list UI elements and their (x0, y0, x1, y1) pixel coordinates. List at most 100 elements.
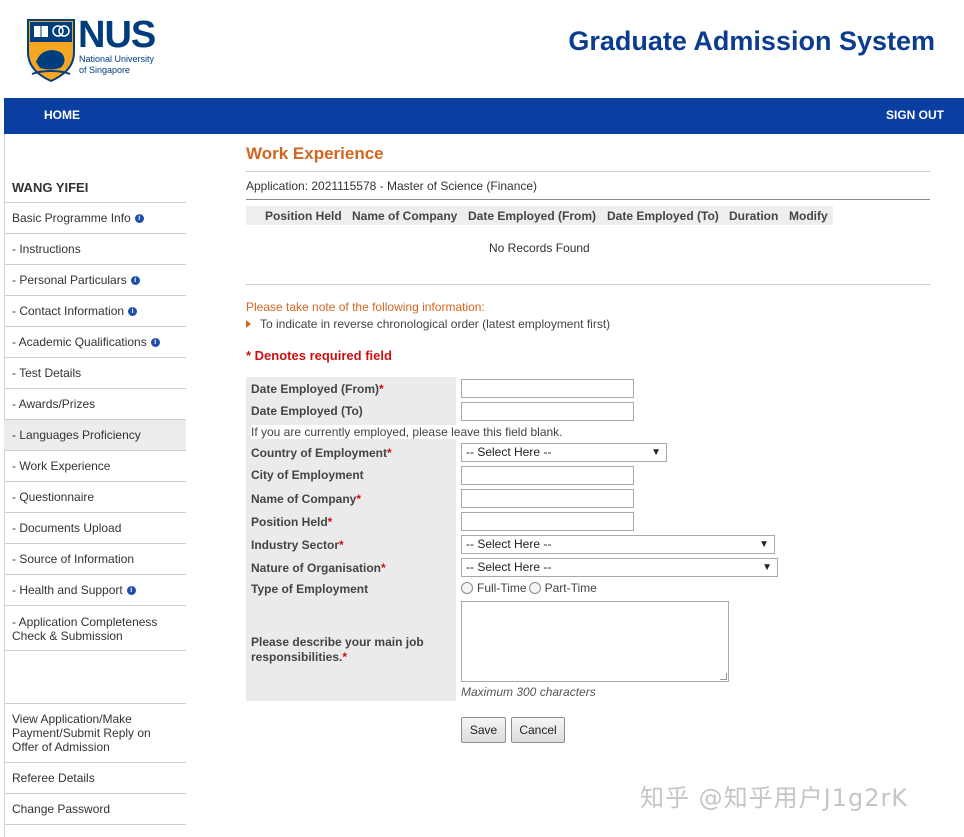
column-header: Name of Company (352, 209, 458, 223)
sidebar-item-referee-details[interactable]: Referee Details (4, 762, 186, 793)
sidebar-item-personal-particulars[interactable]: - Personal Particulars i (4, 264, 186, 295)
city-label: City of Employment (251, 468, 364, 482)
fulltime-radio[interactable] (461, 582, 473, 594)
info-icon[interactable]: i (134, 213, 144, 223)
required-star: * (387, 446, 392, 460)
watermark: 知乎 @知乎用户J1g2rK (640, 784, 909, 812)
industry-select[interactable]: -- Select Here -- ▼ (461, 535, 775, 554)
application-info: Application: 2021115578 - Master of Scie… (246, 179, 538, 193)
nav-signout-link[interactable]: SIGN OUT (886, 108, 944, 122)
responsibilities-textarea[interactable] (461, 601, 729, 682)
logo-subtitle-line2: of Singapore (79, 65, 131, 75)
date-to-label: Date Employed (To) (251, 404, 363, 418)
sidebar-item-label: - Academic Qualifications (12, 335, 147, 349)
required-star: * (381, 561, 386, 575)
required-star: * (327, 515, 333, 529)
info-icon[interactable]: i (130, 275, 140, 285)
date-from-input[interactable] (461, 379, 634, 398)
parttime-label[interactable]: Part-Time (545, 581, 597, 595)
nus-logo[interactable]: NUS National University of Singapore (26, 14, 176, 84)
header: NUS National University of Singapore Gra… (4, 0, 964, 98)
divider (246, 199, 930, 200)
info-icon[interactable]: i (126, 585, 136, 595)
sidebar-divider (4, 824, 186, 825)
sidebar-item-label: - Application Completeness Check & Submi… (12, 614, 158, 643)
user-name: WANG YIFEI (12, 180, 89, 195)
fulltime-label[interactable]: Full-Time (477, 581, 527, 595)
required-star: * (342, 650, 348, 664)
page-title: Work Experience (246, 144, 384, 163)
country-select[interactable]: -- Select Here -- ▼ (461, 443, 667, 462)
column-header: Date Employed (To) (607, 209, 719, 223)
responsibilities-label: Please describe your main job responsibi… (251, 635, 424, 665)
column-header: Position Held (265, 209, 342, 223)
column-header: Date Employed (From) (468, 209, 597, 223)
city-input[interactable] (461, 466, 634, 485)
label-text: Position Held (251, 515, 328, 529)
sidebar-item-application-completeness[interactable]: - Application Completeness Check & Submi… (4, 605, 186, 651)
sidebar-item-label: - Questionnaire (12, 490, 95, 504)
sidebar-divider (4, 650, 186, 651)
dropdown-arrow-icon: ▼ (762, 562, 772, 573)
label-text: Name of Company (251, 492, 357, 506)
records-table-header: Position Held Name of Company Date Emplo… (246, 206, 833, 225)
nature-label: Nature of Organisation* (251, 561, 386, 575)
select-value: -- Select Here -- (466, 445, 552, 459)
save-button[interactable]: Save (461, 717, 506, 743)
divider (246, 171, 930, 172)
dropdown-arrow-icon: ▼ (759, 539, 769, 550)
sidebar-item-basic-programme-info[interactable]: Basic Programme Info i (4, 202, 186, 233)
label-text: responsibilities. (251, 650, 343, 664)
company-label: Name of Company* (251, 492, 361, 506)
column-header: Duration (729, 209, 779, 223)
info-icon[interactable]: i (150, 337, 160, 347)
sidebar-item-health-and-support[interactable]: - Health and Support i (4, 574, 186, 605)
parttime-radio[interactable] (528, 582, 541, 594)
nature-select[interactable]: -- Select Here -- ▼ (461, 558, 778, 577)
sidebar-item-change-password[interactable]: Change Password (4, 793, 186, 824)
note-item: To indicate in reverse chronological ord… (246, 317, 610, 331)
sidebar-item-languages-proficiency[interactable]: - Languages Proficiency (4, 419, 186, 450)
sidebar-item-academic-qualifications[interactable]: - Academic Qualifications i (4, 326, 186, 357)
sidebar-item-label: - Awards/Prizes (12, 397, 96, 411)
logo-wordmark: NUS (78, 14, 156, 56)
sidebar-item-contact-information[interactable]: - Contact Information i (4, 295, 186, 326)
sidebar-item-label: Referee Details (12, 771, 95, 785)
sidebar-item-label: - Work Experience (12, 459, 111, 473)
sidebar-item-label: - Instructions (12, 242, 81, 256)
position-label: Position Held* (251, 515, 332, 529)
sidebar-item-documents-upload[interactable]: - Documents Upload (4, 512, 186, 543)
top-nav: HOME SIGN OUT (4, 98, 964, 134)
sidebar-item-questionnaire[interactable]: - Questionnaire (4, 481, 186, 512)
industry-label: Industry Sector* (251, 538, 344, 552)
sidebar-item-label: Basic Programme Info (12, 211, 131, 225)
logo-subtitle-line1: National University (79, 54, 155, 64)
nus-crest-icon (27, 19, 75, 82)
required-star: * (379, 382, 384, 396)
sidebar-item-source-of-information[interactable]: - Source of Information (4, 543, 186, 574)
sidebar-item-view-application[interactable]: View Application/Make Payment/Submit Rep… (4, 703, 186, 762)
cancel-button[interactable]: Cancel (511, 717, 565, 743)
company-input[interactable] (461, 489, 634, 508)
sidebar-item-label: - Contact Information (12, 304, 125, 318)
sidebar-item-work-experience[interactable]: - Work Experience (4, 450, 186, 481)
label-text: responsibilities.* (251, 650, 424, 665)
required-star: * (356, 492, 362, 506)
sidebar-item-awards-prizes[interactable]: - Awards/Prizes (4, 388, 186, 419)
sidebar-item-instructions[interactable]: - Instructions (4, 233, 186, 264)
position-input[interactable] (461, 512, 634, 531)
note-title: Please take note of the following inform… (246, 300, 485, 314)
nav-home-link[interactable]: HOME (44, 108, 80, 122)
label-text: Please describe your main job (251, 635, 424, 649)
resize-grip-icon[interactable] (720, 673, 727, 680)
country-label: Country of Employment* (251, 446, 392, 460)
label-text: Country of Employment (251, 446, 388, 460)
sidebar-item-label: - Source of Information (12, 552, 135, 566)
date-to-input[interactable] (461, 402, 634, 421)
divider (246, 284, 930, 285)
bullet-arrow-icon (246, 319, 251, 328)
sidebar-item-test-details[interactable]: - Test Details (4, 357, 186, 388)
info-icon[interactable]: i (128, 306, 138, 316)
sidebar-item-label: - Health and Support (12, 583, 123, 597)
sidebar-item-label: Change Password (12, 802, 111, 816)
